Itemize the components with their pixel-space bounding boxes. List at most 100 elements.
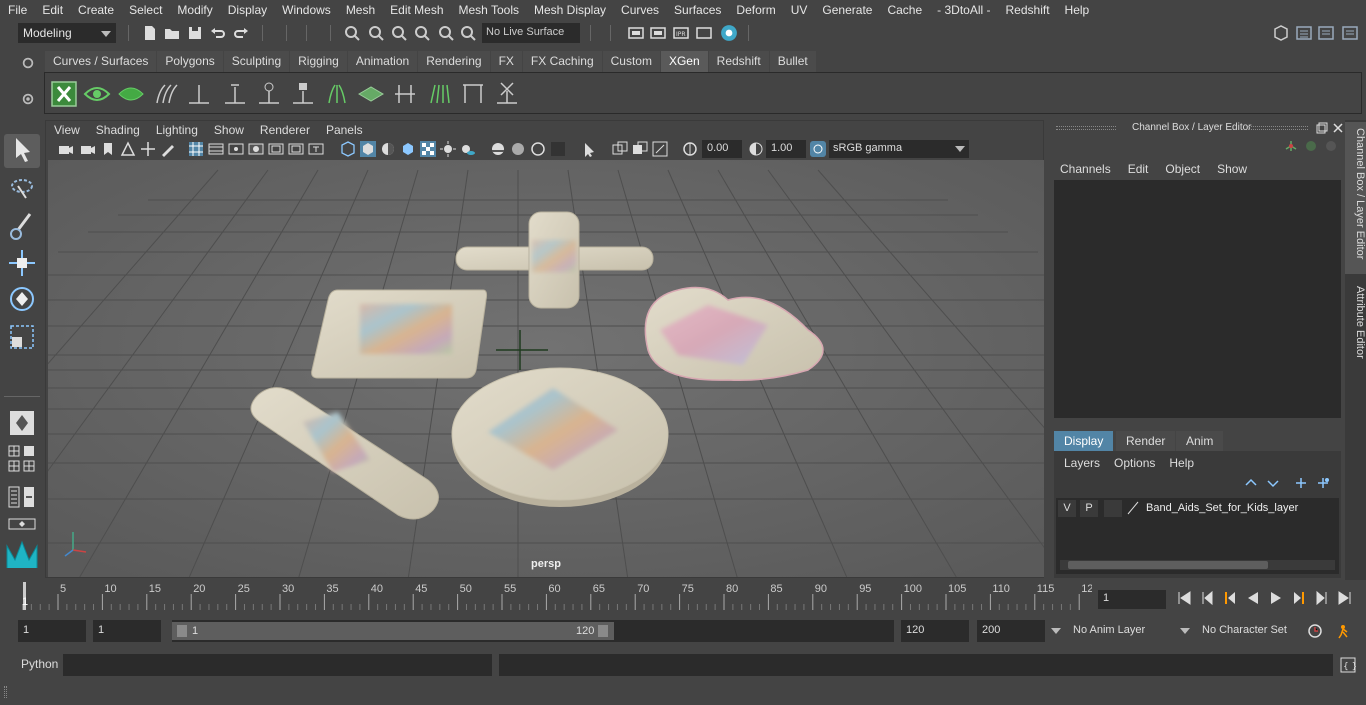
panel-menu-shading[interactable]: Shading xyxy=(88,123,148,137)
shelf-tab-polygons[interactable]: Polygons xyxy=(157,51,223,72)
attribute-editor-toggle-icon[interactable] xyxy=(1318,25,1334,41)
camera-select-icon[interactable] xyxy=(58,141,74,157)
select-by-component-icon[interactable] xyxy=(391,25,407,41)
layout-graph-icon[interactable] xyxy=(8,518,36,530)
layout-persp-outliner-icon[interactable] xyxy=(23,486,35,508)
horizontal-scrollbar[interactable] xyxy=(1060,560,1335,570)
animation-preferences-icon[interactable] xyxy=(1337,623,1353,639)
snap-grid-icon[interactable] xyxy=(414,25,430,41)
shelf-tab-fx[interactable]: FX xyxy=(490,51,522,72)
range-slider-fill[interactable] xyxy=(172,622,614,640)
shelf-tab-fx-caching[interactable]: FX Caching xyxy=(522,51,602,72)
shadows-icon[interactable] xyxy=(460,141,476,157)
edit-menu[interactable]: Edit xyxy=(1128,162,1166,176)
panel-menu-view[interactable]: View xyxy=(46,123,88,137)
chevron-down-icon[interactable] xyxy=(1180,628,1190,634)
save-scene-icon[interactable] xyxy=(187,25,203,41)
layer-color-swatch-icon[interactable] xyxy=(1126,501,1140,515)
menu-edit-mesh[interactable]: Edit Mesh xyxy=(382,3,450,17)
smooth-shade-icon[interactable] xyxy=(360,141,376,157)
paint-select-tool[interactable] xyxy=(4,210,40,244)
select-tool[interactable] xyxy=(4,134,40,168)
new-layer-icon[interactable] xyxy=(1294,477,1308,489)
play-backward-icon[interactable] xyxy=(1245,590,1261,606)
xgen-view-guide-icon[interactable] xyxy=(255,81,283,107)
layer-name[interactable]: Band_Aids_Set_for_Kids_layer xyxy=(1146,502,1298,514)
command-input[interactable] xyxy=(63,654,492,676)
menu-redshift[interactable]: Redshift xyxy=(998,3,1057,17)
xgen-grooming-icon[interactable] xyxy=(425,81,453,107)
panel-menu-renderer[interactable]: Renderer xyxy=(252,123,318,137)
xgen-lock-guide-icon[interactable] xyxy=(289,81,317,107)
exposure-icon[interactable] xyxy=(682,141,698,157)
field-chart-icon[interactable] xyxy=(268,141,284,157)
drag-handle[interactable] xyxy=(4,686,7,698)
shelf-tab-bullet[interactable]: Bullet xyxy=(769,51,816,72)
object-menu[interactable]: Object xyxy=(1165,162,1217,176)
menu-mesh[interactable]: Mesh xyxy=(338,3,382,17)
square-bandage[interactable] xyxy=(311,289,488,379)
xgen-delete-icon[interactable] xyxy=(493,81,521,107)
isolate-select-icon[interactable] xyxy=(582,141,598,157)
menu-3dtoall[interactable]: - 3DtoAll - xyxy=(929,3,997,17)
play-forward-icon[interactable] xyxy=(1268,590,1284,606)
snap-point-icon[interactable] xyxy=(460,25,476,41)
side-tab-attribute-editor[interactable]: Attribute Editor xyxy=(1345,280,1366,376)
menu-mesh-tools[interactable]: Mesh Tools xyxy=(451,3,526,17)
xgen-density-icon[interactable] xyxy=(357,81,385,107)
side-tab-channel-box[interactable]: Channel Box / Layer Editor xyxy=(1345,122,1366,274)
safe-action-icon[interactable] xyxy=(288,141,304,157)
color-management-icon[interactable] xyxy=(810,141,826,157)
xgen-editor-icon[interactable] xyxy=(51,81,77,107)
scene-end-field[interactable]: 200 xyxy=(977,620,1045,642)
tab-display[interactable]: Display xyxy=(1054,431,1114,451)
resolution-gate-icon[interactable] xyxy=(228,141,244,157)
menu-edit[interactable]: Edit xyxy=(34,3,70,17)
options-menu[interactable]: Options xyxy=(1114,456,1169,470)
camera-lock-icon[interactable] xyxy=(80,141,96,157)
anim-layer-select[interactable]: No Anim Layer xyxy=(1068,620,1174,642)
shelf-tab-rendering[interactable]: Rendering xyxy=(418,51,490,72)
layout-outliner-icon[interactable] xyxy=(8,486,20,508)
panel-menu-panels[interactable]: Panels xyxy=(318,123,371,137)
image-plane-icon[interactable] xyxy=(120,141,136,157)
xgen-guides-icon[interactable] xyxy=(151,81,179,107)
character-set-select[interactable]: No Character Set xyxy=(1197,620,1297,642)
playback-start-field[interactable]: 1 xyxy=(93,620,161,642)
menu-uv[interactable]: UV xyxy=(783,3,815,17)
round-bandage[interactable] xyxy=(451,367,669,507)
scrollbar-thumb[interactable] xyxy=(1068,561,1268,569)
menu-modify[interactable]: Modify xyxy=(169,3,219,17)
new-layer-selected-icon[interactable] xyxy=(1316,477,1330,489)
ipr-render-icon[interactable]: IPR xyxy=(673,25,689,41)
screen-space-ao-icon[interactable] xyxy=(490,141,506,157)
textured-icon[interactable] xyxy=(420,141,436,157)
current-frame-field[interactable]: 1 xyxy=(1098,590,1166,609)
color-space-select[interactable]: sRGB gamma xyxy=(829,140,969,158)
shelf-menu-icon[interactable] xyxy=(21,56,35,70)
anti-aliasing-icon[interactable] xyxy=(530,141,546,157)
gamma-icon[interactable] xyxy=(748,141,764,157)
range-end-handle[interactable] xyxy=(598,625,608,637)
range-slider[interactable]: 1 120 xyxy=(172,620,894,642)
use-all-lights-icon[interactable] xyxy=(440,141,456,157)
layout-two-icon[interactable] xyxy=(8,460,20,472)
live-surface-field[interactable]: No Live Surface xyxy=(482,23,580,43)
xgen-preview-icon[interactable] xyxy=(83,81,111,107)
show-manipulator-tool[interactable] xyxy=(4,406,40,440)
shelf-tab-redshift[interactable]: Redshift xyxy=(708,51,769,72)
menu-display[interactable]: Display xyxy=(220,3,274,17)
move-tool[interactable] xyxy=(4,246,40,280)
default-lighting-icon[interactable] xyxy=(380,141,396,157)
viewport-3d[interactable]: persp xyxy=(48,160,1044,577)
workspace-icon[interactable] xyxy=(1273,25,1289,41)
render-frame-icon[interactable] xyxy=(650,25,666,41)
render-view-icon[interactable] xyxy=(696,25,712,41)
tab-anim[interactable]: Anim xyxy=(1176,431,1224,451)
mode-selector[interactable]: Modeling xyxy=(18,23,116,43)
film-gate-icon[interactable] xyxy=(208,141,224,157)
hypershade-icon[interactable] xyxy=(720,24,738,42)
layers-menu[interactable]: Layers xyxy=(1064,456,1114,470)
help-menu[interactable]: Help xyxy=(1169,456,1194,470)
step-back-key-icon[interactable] xyxy=(1199,590,1215,606)
